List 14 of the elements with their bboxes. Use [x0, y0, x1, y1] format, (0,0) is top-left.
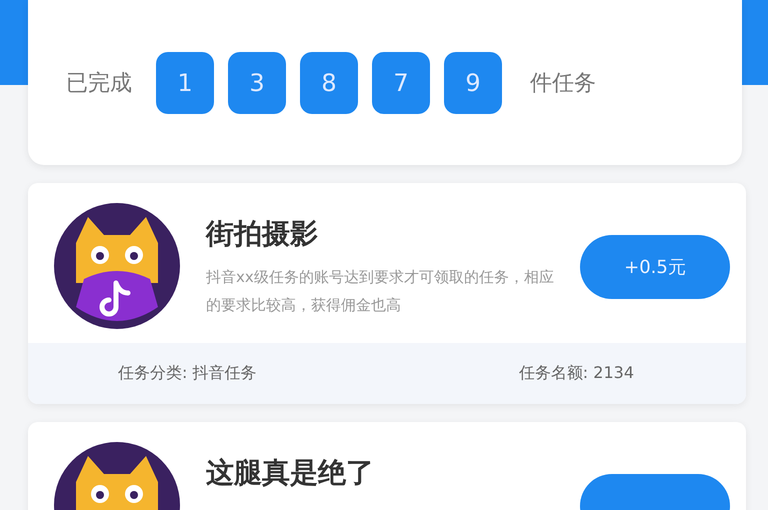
task-quota: 任务名额: 2134 [518, 363, 634, 384]
digit-tile: 3 [228, 52, 286, 114]
cat-avatar-icon [54, 203, 180, 329]
completed-label: 已完成 [66, 70, 132, 98]
digit-tile: 1 [156, 52, 214, 114]
tasks-label: 件任务 [530, 70, 596, 98]
digit-tile: 7 [372, 52, 430, 114]
digit-tile: 9 [444, 52, 502, 114]
task-category: 任务分类: 抖音任务 [118, 363, 256, 384]
task-title: 街拍摄影 [206, 216, 319, 252]
task-description: 抖音xx级任务的账号达到要求才可领取的任务，相应的要求比较高，获得佣金也高 [206, 267, 554, 316]
reward-button[interactable]: +0.5元 [580, 235, 730, 299]
digit-tile: 8 [300, 52, 358, 114]
task-title: 这腿真是绝了 [206, 455, 375, 491]
